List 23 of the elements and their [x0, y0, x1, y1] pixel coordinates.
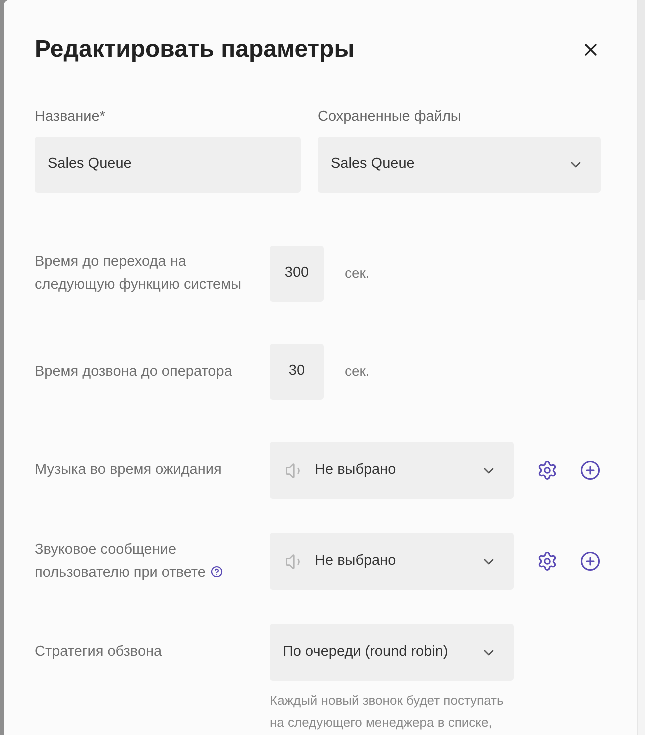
add-icon[interactable]: [580, 551, 601, 572]
field-label: Сохраненные файлы: [318, 108, 462, 126]
add-icon[interactable]: [580, 460, 601, 481]
field-label: Стратегия обзвона: [35, 642, 162, 662]
field-label: Звуковое сообщение пользователю при ответе: [35, 542, 206, 580]
unit-label: сек.: [345, 362, 370, 380]
saved-files-select[interactable]: Sales Queue: [318, 137, 601, 193]
number-input[interactable]: 30: [270, 344, 324, 400]
name-input[interactable]: Sales Queue: [35, 137, 301, 193]
settings-icon[interactable]: [537, 460, 558, 481]
dialog-title: Редактировать параметры: [35, 35, 355, 65]
unit-label: сек.: [345, 264, 370, 282]
strategy-select[interactable]: По очереди (round robin): [270, 624, 514, 681]
settings-icon[interactable]: [537, 551, 558, 572]
field-label: Музыка во время ожидания: [35, 462, 222, 478]
field-label: Время дозвона до оператора: [35, 364, 232, 380]
hint-text: Каждый новый звонок будет поступать на следующего менеджера в списке,: [270, 692, 505, 732]
help-icon[interactable]: [210, 566, 223, 578]
field-label: Название*: [35, 108, 106, 126]
audio-select[interactable]: Не выбрано: [270, 533, 514, 590]
number-input[interactable]: 300: [270, 246, 324, 302]
audio-select[interactable]: Не выбрано: [270, 442, 514, 499]
field-label: Время до перехода на следующую функцию системы: [35, 254, 242, 293]
